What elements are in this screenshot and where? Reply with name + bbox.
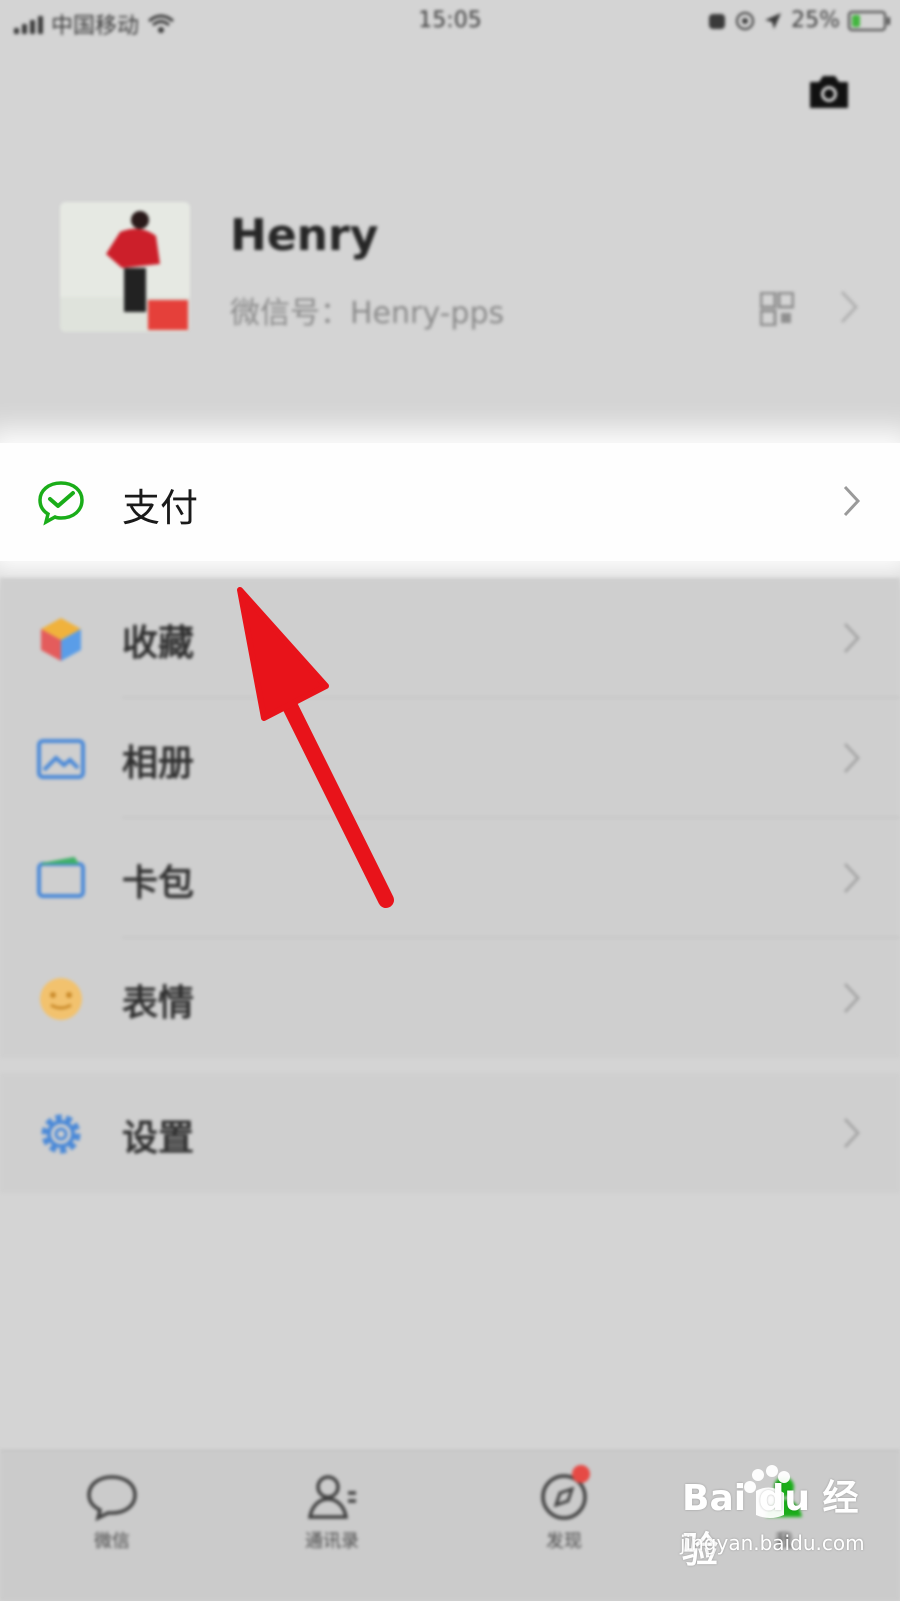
gear-icon [41,1114,81,1154]
tab-label: 通讯录 [305,1531,359,1552]
menu-group: 收藏 相册 卡包 表情 [0,578,900,1058]
sticker-face-icon [40,978,82,1020]
menu-item-album[interactable]: 相册 [0,698,900,818]
avatar[interactable] [60,202,190,332]
profile-card[interactable]: Henry 微信号：Henry-pps [0,150,900,420]
alarm-icon [709,13,726,29]
menu-item-label: 表情 [122,983,195,1024]
menu-item-favorites[interactable]: 收藏 [0,578,900,698]
chevron-right-icon [843,1117,861,1149]
camera-button[interactable] [806,72,852,112]
chevron-right-icon [843,862,861,894]
avatar-photo [60,202,190,332]
location-icon [765,12,782,29]
tab-contacts[interactable]: 通讯录 [272,1471,392,1581]
tab-chats[interactable]: 微信 [52,1471,172,1581]
tab-label: 发现 [546,1531,582,1552]
menu-item-card-wallet[interactable]: 卡包 [0,818,900,938]
orientation-lock-icon [736,11,755,30]
profile-name: Henry [230,210,379,261]
chevron-right-icon [843,485,861,517]
camera-icon [810,76,848,108]
menu-item-label: 收藏 [122,623,195,664]
battery-percent: 25% [791,8,840,33]
baidu-jingyan-watermark: Bai du 经验 jingyan.baidu.com [680,1465,870,1575]
wechat-id: 微信号：Henry-pps [230,296,505,331]
watermark-brand: Bai du 经验 [682,1478,859,1571]
tab-label: 微信 [94,1531,130,1552]
battery-icon [848,10,890,31]
card-wallet-icon [37,856,85,898]
chevron-right-icon [840,290,859,324]
menu-item-label: 卡包 [122,863,195,904]
watermark-url: jingyan.baidu.com [680,1531,865,1555]
favorites-cube-icon [41,618,81,661]
chevron-right-icon [843,742,861,774]
battery-level [852,14,860,27]
chevron-right-icon [843,982,861,1014]
tab-discover[interactable]: 发现 [504,1465,624,1581]
chevron-right-icon [843,622,861,654]
wechat-pay-icon [38,481,84,526]
status-bar: 中国移动 15:05 25% [0,0,900,44]
settings-group: 设置 [0,1073,900,1193]
pay-label: 支付 [122,486,199,530]
contacts-icon [307,1475,356,1519]
settings-label: 设置 [122,1118,195,1159]
notification-dot [572,1465,590,1483]
status-right: 25% [707,8,890,33]
qr-code-icon[interactable] [760,292,794,326]
menu-item-settings[interactable]: 设置 [0,1073,900,1193]
album-picture-icon [37,739,85,779]
pay-row[interactable]: 支付 [0,443,900,561]
menu-item-stickers[interactable]: 表情 [0,938,900,1058]
chat-bubble-icon [87,1475,137,1522]
menu-item-label: 相册 [122,743,195,784]
